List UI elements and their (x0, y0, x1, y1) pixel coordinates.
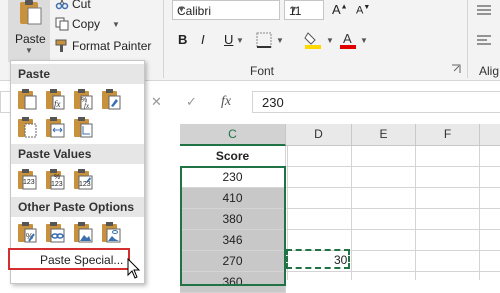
formula-input[interactable]: 230 (252, 91, 500, 113)
font-color-icon[interactable]: A (339, 30, 357, 50)
paste-special-label: Paste Special... (40, 253, 124, 267)
fill-color-icon[interactable] (304, 30, 322, 50)
paste-formulas-number-formatting-icon[interactable]: %fx (73, 88, 93, 110)
dialog-launcher-icon[interactable] (451, 64, 461, 74)
paste-values-source-formatting-icon[interactable]: 123 (73, 168, 93, 190)
underline-dropdown-icon[interactable]: ▼ (236, 36, 244, 45)
borders-icon[interactable] (256, 32, 272, 48)
insert-function-icon[interactable]: fx (221, 94, 231, 110)
font-size-combo[interactable]: 11 ▼ (284, 0, 324, 20)
paste-link-icon[interactable] (45, 221, 65, 243)
paste-label: Paste (15, 32, 46, 46)
paste-section-header: Paste (11, 64, 144, 84)
chevron-down-icon: ▼ (25, 46, 33, 55)
other-paste-options-section-header: Other Paste Options (11, 197, 144, 217)
paste-values-section-header: Paste Values (11, 144, 144, 164)
column-header-d[interactable]: D (286, 124, 352, 146)
scissors-icon[interactable] (55, 0, 69, 10)
borders-dropdown-icon[interactable]: ▼ (276, 36, 284, 45)
cancel-formula-icon[interactable]: ✕ (151, 94, 162, 110)
clipboard-icon (20, 0, 42, 25)
svg-text:fx: fx (84, 102, 90, 110)
copy-button[interactable]: Copy (72, 17, 100, 31)
svg-text:fx: fx (54, 99, 61, 109)
selection-border (180, 166, 286, 286)
column-header-f[interactable]: F (416, 124, 480, 146)
alignment-group-label: Alig (479, 64, 500, 78)
font-name-combo[interactable]: Calibri ▼ (172, 0, 280, 20)
enter-formula-icon[interactable]: ✓ (186, 94, 197, 110)
transpose-icon[interactable] (73, 116, 93, 138)
paste-picture-icon[interactable] (73, 221, 93, 243)
d-cell-value[interactable]: 30 (334, 253, 347, 267)
cut-button[interactable]: Cut (72, 0, 91, 11)
svg-text:A: A (343, 31, 352, 46)
formula-value: 230 (262, 95, 284, 110)
bold-button[interactable]: B (178, 32, 187, 47)
chevron-down-icon: ▼ (177, 4, 186, 14)
no-borders-icon[interactable] (17, 116, 37, 138)
paste-values-number-formatting-icon[interactable]: % 123 (45, 168, 65, 190)
copy-dropdown-icon[interactable]: ▼ (112, 20, 120, 29)
keep-source-formatting-icon[interactable] (101, 88, 121, 110)
paste-formatting-icon[interactable]: % (17, 221, 37, 243)
increase-font-size-icon[interactable]: A▲ (332, 2, 348, 17)
paste-icon[interactable] (17, 88, 37, 110)
linked-picture-icon[interactable] (101, 221, 121, 243)
score-header-cell[interactable]: Score (180, 146, 286, 167)
column-header-c[interactable]: C (180, 124, 286, 146)
format-painter-button[interactable]: Format Painter (72, 39, 151, 53)
paste-formulas-icon[interactable]: fx (45, 88, 65, 110)
italic-button[interactable]: I (201, 32, 205, 47)
decrease-font-size-icon[interactable]: A▼ (356, 4, 370, 17)
paste-menu: Paste fx % fx Paste Values 123 % 123 123 … (8, 60, 145, 284)
mouse-cursor-icon (127, 258, 141, 279)
column-header-e[interactable]: E (352, 124, 416, 146)
keep-source-column-widths-icon[interactable] (45, 116, 65, 138)
column-header-g[interactable] (480, 124, 500, 146)
paste-values-icon[interactable]: 123 (17, 168, 37, 190)
align-top-icon[interactable] (476, 4, 492, 18)
paste-special-button[interactable]: Paste Special... (8, 248, 130, 270)
font-color-dropdown-icon[interactable]: ▼ (360, 36, 368, 45)
paste-button[interactable]: Paste ▼ (8, 0, 50, 62)
fill-color-dropdown-icon[interactable]: ▼ (326, 36, 334, 45)
font-group-label: Font (250, 64, 275, 78)
format-painter-icon[interactable] (55, 39, 69, 53)
align-left-icon[interactable] (476, 34, 492, 48)
underline-button[interactable]: U (224, 32, 233, 47)
chevron-down-icon: ▼ (289, 4, 298, 14)
copy-icon[interactable] (55, 17, 69, 31)
